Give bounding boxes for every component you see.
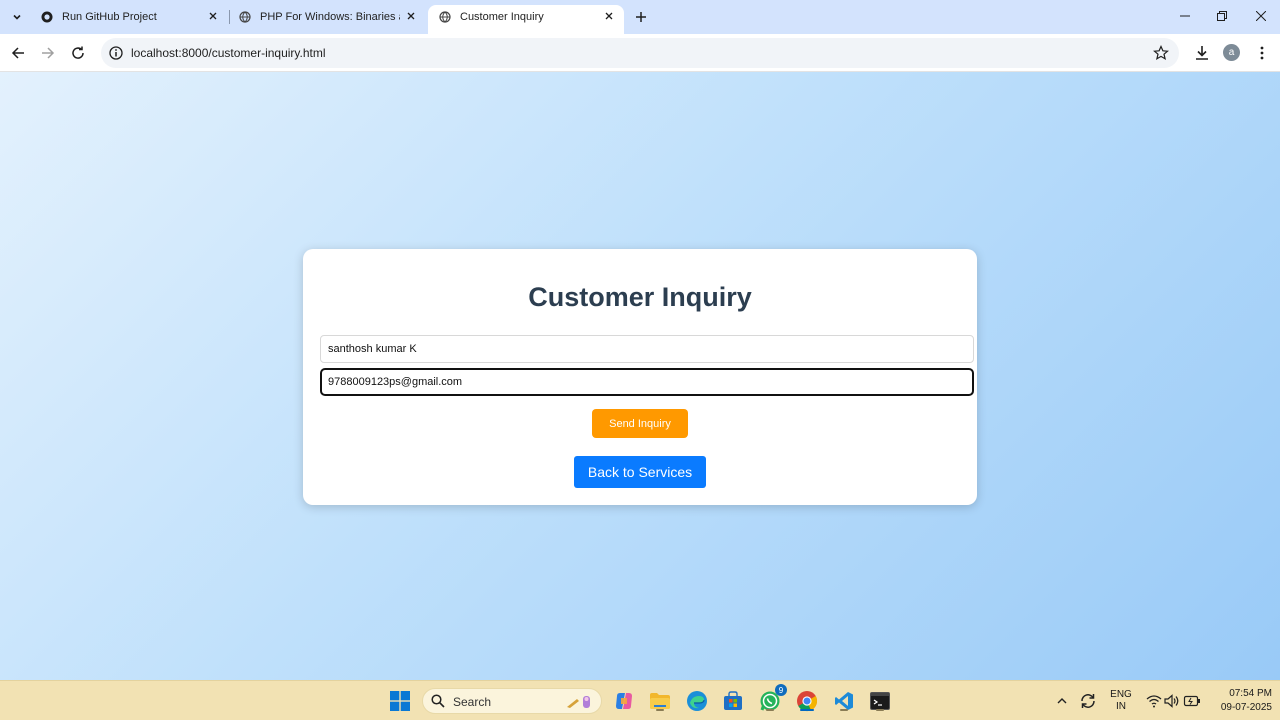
running-indicator: [840, 709, 848, 711]
clock-date: 09-07-2025: [1220, 702, 1272, 713]
forward-arrow-icon[interactable]: [39, 44, 57, 62]
search-highlight-icon: [565, 693, 595, 716]
bookmark-star-icon[interactable]: [1153, 45, 1169, 61]
back-arrow-icon[interactable]: [9, 44, 27, 62]
running-indicator: [766, 709, 774, 711]
tab-strip: Run GitHub Project PHP For Windows: Bina…: [0, 0, 1280, 34]
language-region: IN: [1116, 701, 1126, 712]
close-window-icon[interactable]: [1253, 8, 1269, 24]
github-icon: [41, 11, 53, 23]
globe-icon: [439, 11, 451, 23]
download-icon[interactable]: [1193, 44, 1211, 62]
running-indicator: [876, 709, 884, 711]
running-indicator: [656, 709, 664, 711]
kebab-menu-icon[interactable]: [1253, 44, 1271, 62]
address-bar[interactable]: localhost:8000/customer-inquiry.html: [101, 38, 1179, 68]
email-input[interactable]: [320, 368, 974, 396]
profile-avatar[interactable]: a: [1223, 44, 1240, 61]
battery-icon[interactable]: [1180, 689, 1204, 713]
windows-start-icon[interactable]: [388, 689, 412, 713]
tab-run-github-project[interactable]: Run GitHub Project: [30, 0, 228, 34]
close-icon[interactable]: [404, 9, 418, 23]
url-text: localhost:8000/customer-inquiry.html: [131, 46, 326, 60]
globe-icon: [239, 11, 251, 23]
browser-toolbar: localhost:8000/customer-inquiry.html: [0, 34, 1280, 72]
search-icon: [431, 694, 445, 708]
tab-title: Customer Inquiry: [460, 11, 544, 23]
system-clock[interactable]: 07:54 PM 09-07-2025: [1221, 687, 1272, 715]
page-viewport: Customer Inquiry Send Inquiry Back to Se…: [0, 72, 1280, 680]
language-indicator[interactable]: ENG IN: [1108, 689, 1134, 713]
microsoft-store-icon[interactable]: [721, 689, 745, 713]
whatsapp-icon[interactable]: 9: [758, 684, 787, 713]
terminal-icon[interactable]: [868, 689, 892, 713]
tab-title: PHP For Windows: Binaries and: [260, 11, 400, 23]
file-explorer-icon[interactable]: [648, 689, 672, 713]
chrome-icon[interactable]: [795, 689, 819, 713]
send-inquiry-button[interactable]: Send Inquiry: [592, 409, 688, 438]
search-label: Search: [453, 695, 492, 709]
taskbar: Search 9 ENG IN 07:54 PM 09-07-2025: [0, 680, 1280, 720]
tab-title: Run GitHub Project: [62, 11, 157, 23]
notification-badge: 9: [775, 684, 787, 696]
close-icon[interactable]: [602, 9, 616, 23]
taskbar-search[interactable]: Search: [422, 688, 602, 714]
tab-php-for-windows[interactable]: PHP For Windows: Binaries and: [228, 0, 426, 34]
restore-icon[interactable]: [1214, 8, 1230, 24]
site-info-icon[interactable]: [109, 46, 123, 60]
language-code: ENG: [1110, 689, 1132, 700]
clock-time: 07:54 PM: [1229, 688, 1272, 699]
vscode-icon[interactable]: [832, 689, 856, 713]
copilot-icon[interactable]: [612, 689, 636, 713]
reload-icon[interactable]: [69, 44, 87, 62]
back-to-services-button[interactable]: Back to Services: [574, 456, 706, 488]
minimize-icon[interactable]: [1177, 8, 1193, 24]
close-icon[interactable]: [206, 9, 220, 23]
active-indicator: [800, 709, 814, 711]
edge-browser-icon[interactable]: [685, 689, 709, 713]
new-tab-plus-icon[interactable]: [632, 8, 650, 26]
tab-customer-inquiry[interactable]: Customer Inquiry: [428, 5, 624, 34]
inquiry-card: Customer Inquiry Send Inquiry Back to Se…: [303, 249, 977, 505]
name-input[interactable]: [320, 335, 974, 363]
tab-search-chevron-icon[interactable]: [6, 6, 28, 28]
chevron-up-icon[interactable]: [1050, 689, 1074, 713]
sync-icon[interactable]: [1076, 689, 1100, 713]
page-title: Customer Inquiry: [528, 282, 752, 312]
